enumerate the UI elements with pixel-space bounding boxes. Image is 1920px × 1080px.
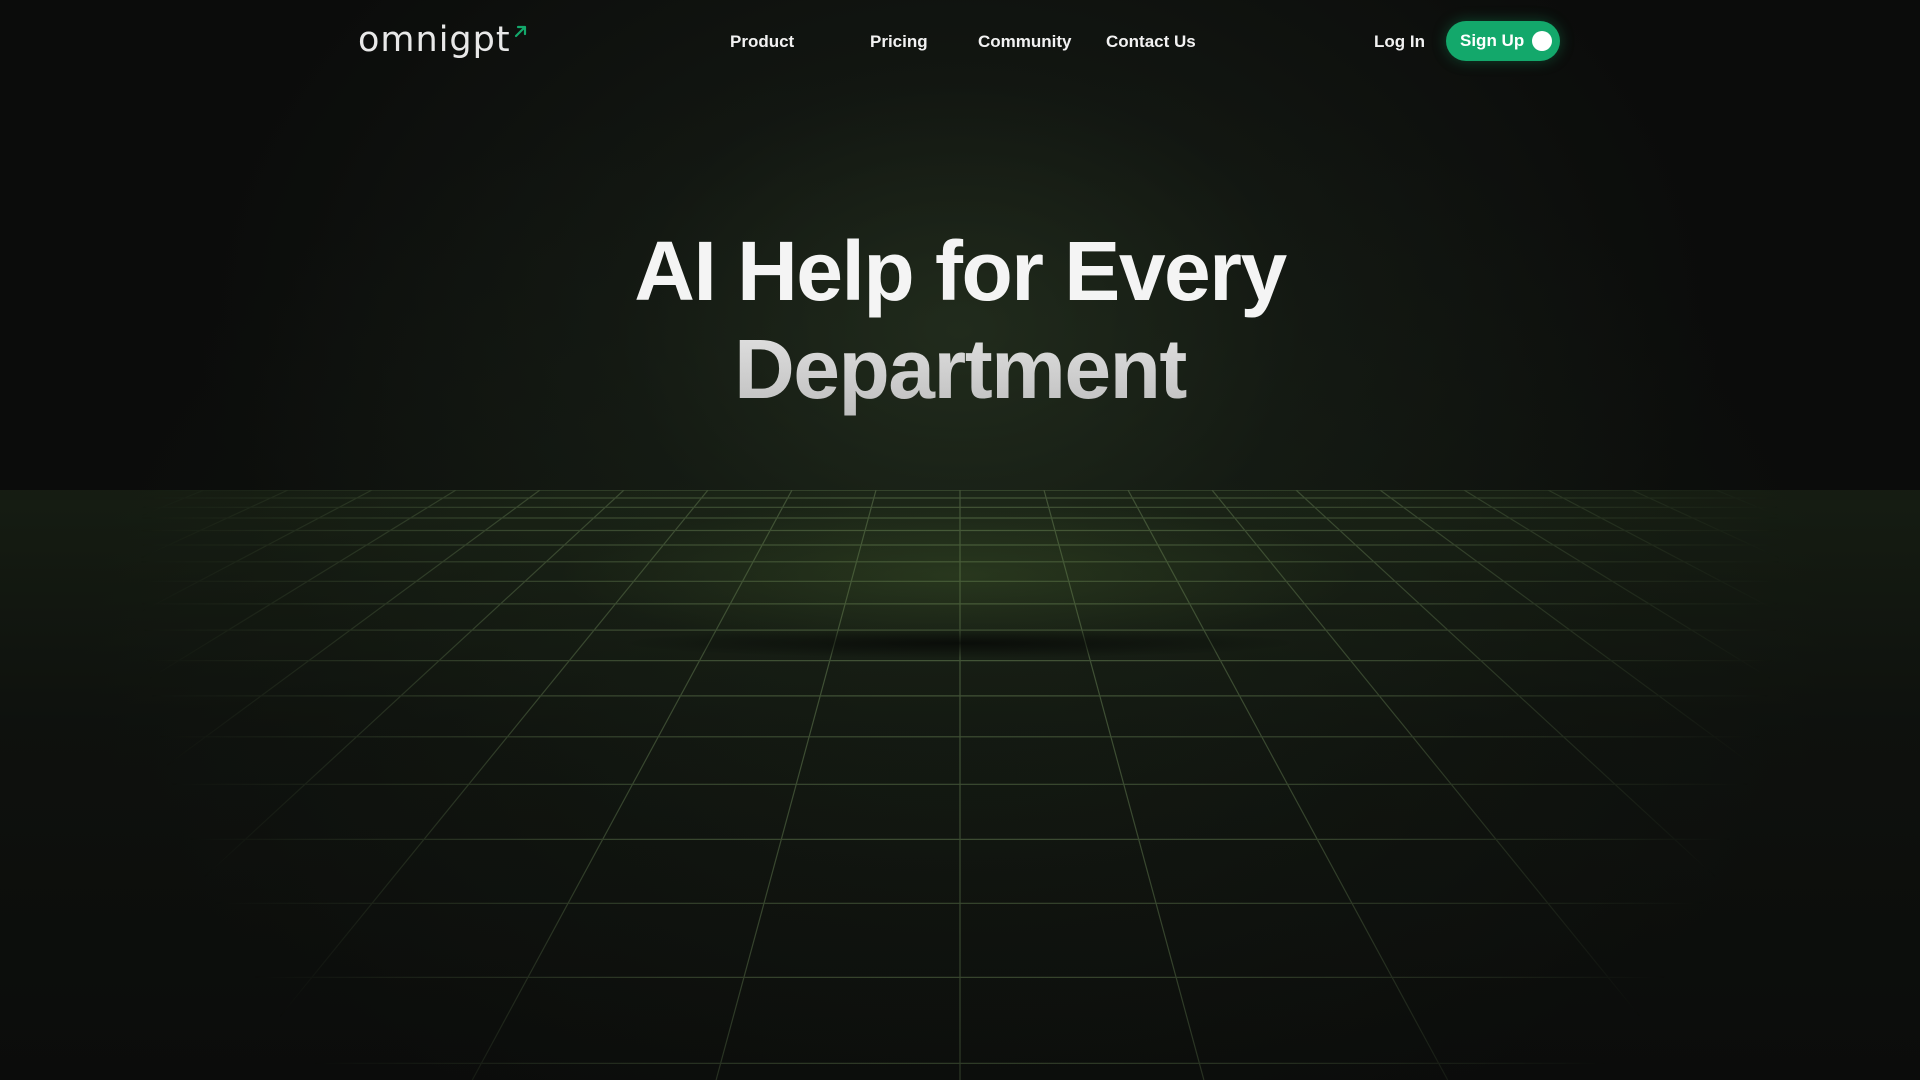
grid-converging-line (0, 489, 121, 535)
sign-up-label: Sign Up (1460, 31, 1525, 50)
sign-up-button[interactable]: Sign Up (1446, 21, 1560, 61)
grid-converging-line (0, 489, 373, 687)
hero-heading: AI Help for Every Department (460, 222, 1460, 418)
grid-converging-line (0, 489, 457, 772)
nav-product-link[interactable]: Product (730, 30, 794, 54)
grid-converging-line (0, 489, 289, 624)
top-nav: omnigpt Product Pricing Community Contac… (0, 0, 1920, 82)
hero-heading-line-1: AI Help for Every (634, 224, 1287, 318)
grid-converging-line (1883, 489, 1920, 503)
grid-converging-line (0, 489, 37, 503)
landing-page: omnigpt Product Pricing Community Contac… (0, 0, 1920, 1080)
nav-community-link[interactable]: Community (978, 30, 1072, 54)
hero-heading-line-2: Department (460, 320, 1460, 418)
grid-converging-line (1463, 489, 1920, 772)
log-in-link[interactable]: Log In (1374, 30, 1425, 54)
horizon-shadow (620, 628, 1300, 658)
grid-converging-line (1715, 489, 1920, 575)
nav-pricing-link[interactable]: Pricing (870, 30, 928, 54)
toggle-dot-icon (1532, 31, 1552, 51)
grid-converging-line (0, 489, 205, 575)
primary-nav: Product Pricing Community Contact Us (0, 30, 1920, 54)
grid-converging-line (1799, 489, 1920, 535)
nav-contact-us-link[interactable]: Contact Us (1106, 30, 1196, 54)
grid-converging-line (1631, 489, 1920, 624)
grid-converging-line (1547, 489, 1920, 687)
